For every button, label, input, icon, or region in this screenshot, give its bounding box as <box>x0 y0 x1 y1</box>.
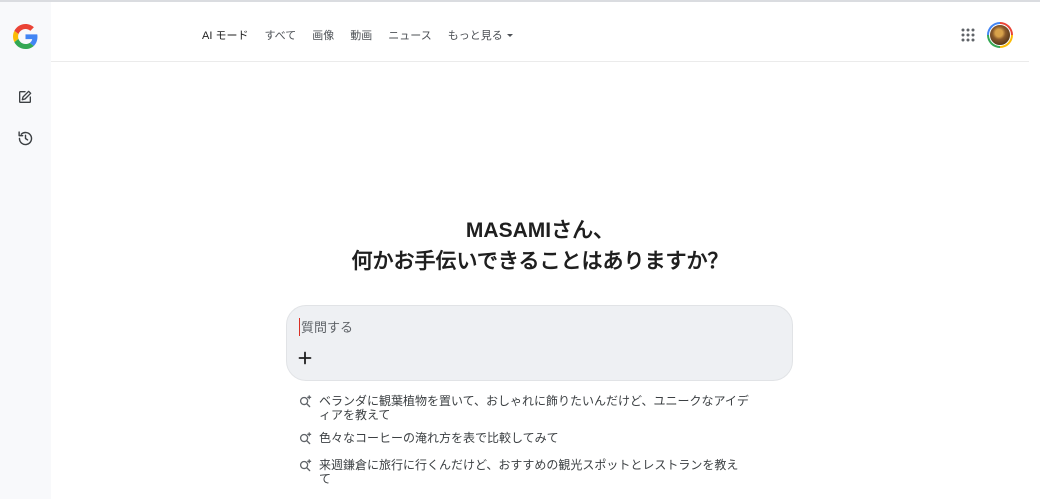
search-spark-icon <box>299 459 312 472</box>
tab-all[interactable]: すべて <box>264 27 296 43</box>
top-bar: AI モード すべて 画像 動画 ニュース もっと見る <box>51 2 1029 62</box>
search-spark-icon <box>299 395 312 408</box>
new-chat-button[interactable] <box>13 85 37 109</box>
greeting-line-1: MASAMIさん、 <box>465 219 615 242</box>
suggestion-text: 色々なコーヒーの淹れ方を表で比較してみて <box>319 431 559 445</box>
suggestion-text: 来週鎌倉に旅行に行くんだけど、おすすめの観光スポットとレストランを教えて <box>319 458 739 486</box>
google-logo-icon[interactable] <box>13 24 38 49</box>
suggestion-list: ベランダに観葉植物を置いて、おしゃれに飾りたいんだけど、ユニークなアイディアを教… <box>299 394 759 486</box>
tab-news[interactable]: ニュース <box>388 27 431 43</box>
apps-grid-icon[interactable] <box>961 28 975 42</box>
tab-more[interactable]: もっと見る <box>448 27 513 43</box>
greeting-heading: MASAMIさん、 何かお手伝いできることはありますか？ <box>51 215 1029 277</box>
suggestion-item[interactable]: 色々なコーヒーの淹れ方を表で比較してみて <box>299 431 759 445</box>
ai-mode-page: AI モード すべて 画像 動画 ニュース もっと見る MASAMIさん、 何か… <box>0 0 1040 499</box>
search-mode-tabs: AI モード すべて 画像 動画 ニュース もっと見る <box>202 27 529 43</box>
tab-more-label: もっと見る <box>447 30 503 42</box>
tab-ai-mode[interactable]: AI モード <box>202 27 248 43</box>
left-rail <box>0 2 51 499</box>
plus-icon[interactable] <box>298 351 312 365</box>
account-avatar[interactable] <box>987 22 1013 48</box>
ask-box <box>286 305 793 381</box>
tab-videos[interactable]: 動画 <box>350 27 372 43</box>
tab-images[interactable]: 画像 <box>312 27 334 43</box>
history-button[interactable] <box>13 126 37 150</box>
ask-input[interactable] <box>299 318 771 336</box>
caret-down-icon <box>506 33 513 37</box>
avatar-image <box>989 24 1011 46</box>
greeting-line-2: 何かお手伝いできることはありますか？ <box>351 250 729 273</box>
history-icon <box>17 130 32 145</box>
edit-square-icon <box>19 90 32 103</box>
suggestion-text: ベランダに観葉植物を置いて、おしゃれに飾りたいんだけど、ユニークなアイディアを教… <box>319 394 749 422</box>
suggestion-item[interactable]: ベランダに観葉植物を置いて、おしゃれに飾りたいんだけど、ユニークなアイディアを教… <box>299 394 759 423</box>
suggestion-item[interactable]: 来週鎌倉に旅行に行くんだけど、おすすめの観光スポットとレストランを教えて <box>299 458 759 486</box>
search-spark-icon <box>299 432 312 445</box>
